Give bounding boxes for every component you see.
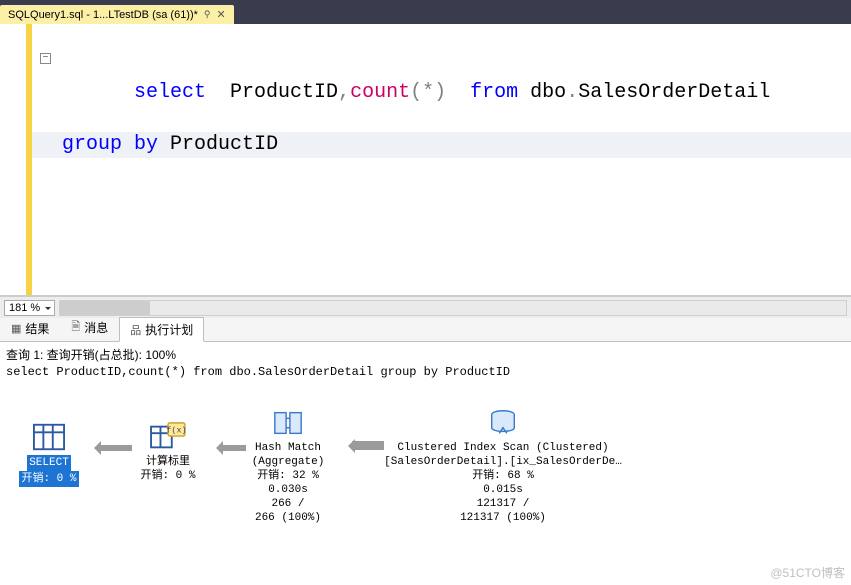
select-cost: 开销: 0 % bbox=[19, 471, 78, 487]
index-scan-icon bbox=[484, 407, 522, 439]
document-tab-bar: SQLQuery1.sql - 1...LTestDB (sa (61))* ⚲… bbox=[0, 0, 851, 24]
hash-match-icon bbox=[269, 407, 307, 439]
horizontal-scrollbar[interactable] bbox=[59, 300, 847, 316]
plan-arrow bbox=[88, 443, 132, 453]
kw-from: from bbox=[470, 81, 518, 104]
pin-icon[interactable]: ⚲ bbox=[204, 9, 211, 20]
kw-group: group bbox=[62, 133, 122, 156]
hash-time: 0.030s bbox=[228, 483, 348, 497]
compute-scalar-icon: f(x) bbox=[149, 421, 187, 453]
tok: . bbox=[566, 81, 578, 104]
tok: count bbox=[350, 81, 410, 104]
document-tab[interactable]: SQLQuery1.sql - 1...LTestDB (sa (61))* ⚲… bbox=[0, 5, 234, 24]
plan-query-text: select ProductID,count(*) from dbo.Sales… bbox=[6, 365, 845, 379]
collapse-icon[interactable]: − bbox=[40, 53, 51, 64]
scan-rows2: 121317 (100%) bbox=[378, 511, 628, 525]
plan-query-cost: 查询 1: 查询开销(占总批): 100% bbox=[6, 346, 845, 363]
zoom-value: 181 % bbox=[9, 302, 40, 314]
plan-node-select[interactable]: SELECT 开销: 0 % bbox=[14, 421, 84, 487]
tab-label: 结果 bbox=[25, 320, 49, 337]
select-icon bbox=[30, 421, 68, 453]
code-line-2[interactable]: group by ProductID bbox=[32, 132, 851, 158]
execution-plan-canvas[interactable]: SELECT 开销: 0 % f(x) 计算标里 开销: 0 % Hash Ma… bbox=[0, 389, 851, 569]
tok: , bbox=[338, 81, 350, 104]
hash-cost: 开销: 32 % bbox=[228, 469, 348, 483]
svg-text:f(x): f(x) bbox=[166, 425, 186, 435]
editor-margin bbox=[0, 24, 32, 295]
sql-editor[interactable]: − select ProductID,count(*) from dbo.Sale… bbox=[0, 24, 851, 296]
editor-status-bar: 181 % bbox=[0, 296, 851, 318]
hash-sub: (Aggregate) bbox=[228, 455, 348, 469]
hash-rows2: 266 (100%) bbox=[228, 511, 348, 525]
hash-rows1: 266 / bbox=[228, 497, 348, 511]
scalar-cost: 开销: 0 % bbox=[128, 469, 208, 483]
scan-rows1: 121317 / bbox=[378, 497, 628, 511]
zoom-dropdown[interactable]: 181 % bbox=[4, 300, 55, 316]
plan-node-clustered-index-scan[interactable]: Clustered Index Scan (Clustered) [SalesO… bbox=[378, 407, 628, 525]
tok: ) bbox=[434, 81, 446, 104]
results-tab-messages[interactable]: 🗎消息 bbox=[60, 314, 119, 341]
tab-label: 消息 bbox=[84, 319, 108, 336]
tok bbox=[122, 133, 134, 156]
scalar-label: 计算标里 bbox=[128, 455, 208, 469]
results-tab-results[interactable]: ▦ 结果 bbox=[0, 316, 60, 341]
scan-time: 0.015s bbox=[378, 483, 628, 497]
plan-node-compute-scalar[interactable]: f(x) 计算标里 开销: 0 % bbox=[128, 421, 208, 483]
kw-by: by bbox=[134, 133, 158, 156]
close-icon[interactable]: ✕ bbox=[217, 8, 226, 21]
select-label: SELECT bbox=[27, 455, 71, 471]
scan-sub: [SalesOrderDetail].[ix_SalesOrderDe… bbox=[378, 455, 628, 469]
tok: ProductID bbox=[158, 133, 278, 156]
scan-label: Clustered Index Scan (Clustered) bbox=[378, 441, 628, 455]
tok: dbo bbox=[518, 81, 566, 104]
code-column[interactable]: − select ProductID,count(*) from dbo.Sale… bbox=[32, 24, 851, 295]
tok bbox=[446, 81, 470, 104]
tab-title: SQLQuery1.sql - 1...LTestDB (sa (61))* bbox=[8, 9, 198, 21]
hash-label: Hash Match bbox=[228, 441, 348, 455]
messages-icon: 🗎 bbox=[71, 318, 80, 337]
tok: SalesOrderDetail bbox=[578, 81, 770, 104]
grid-icon: ▦ bbox=[11, 322, 21, 335]
scan-cost: 开销: 68 % bbox=[378, 469, 628, 483]
results-tab-bar: ▦ 结果 🗎消息 品执行计划 bbox=[0, 318, 851, 342]
plan-header: 查询 1: 查询开销(占总批): 100% select ProductID,c… bbox=[0, 342, 851, 383]
tok: * bbox=[422, 81, 434, 104]
plan-icon: 品 bbox=[130, 322, 141, 338]
plan-node-hash-match[interactable]: Hash Match (Aggregate) 开销: 32 % 0.030s 2… bbox=[228, 407, 348, 525]
tab-label: 执行计划 bbox=[145, 321, 193, 338]
tok: ProductID bbox=[206, 81, 338, 104]
code-line-1[interactable]: − select ProductID,count(*) from dbo.Sale… bbox=[32, 54, 851, 132]
kw-select: select bbox=[134, 81, 206, 104]
tok: ( bbox=[410, 81, 422, 104]
scrollbar-thumb[interactable] bbox=[60, 301, 150, 315]
results-tab-plan[interactable]: 品执行计划 bbox=[119, 317, 204, 342]
watermark: @51CTO博客 bbox=[770, 564, 845, 581]
